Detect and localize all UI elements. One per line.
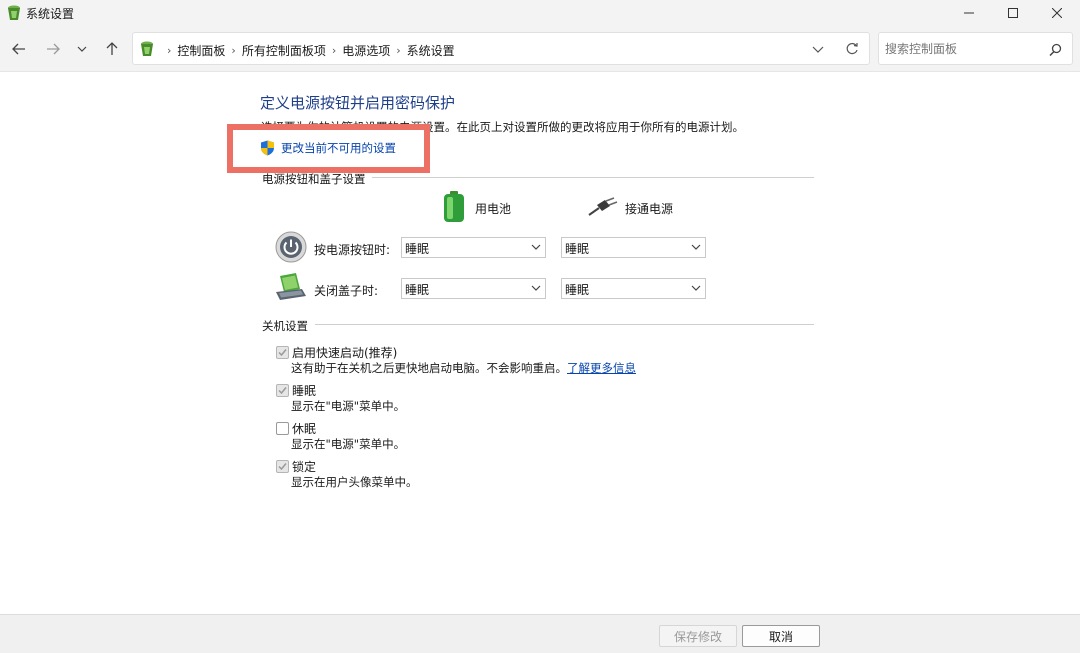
breadcrumb-separator-icon: › xyxy=(396,44,401,57)
battery-column-label: 用电池 xyxy=(475,202,512,216)
close-button[interactable] xyxy=(1034,0,1080,26)
chevron-down-icon xyxy=(77,46,87,52)
power-button-label: 按电源按钮时: xyxy=(314,243,391,257)
breadcrumb-separator-icon: › xyxy=(231,44,236,57)
hibernate-label: 休眠 xyxy=(292,422,317,436)
breadcrumb-item[interactable]: 电源选项 xyxy=(342,42,390,59)
learn-more-link[interactable]: 了解更多信息 xyxy=(567,361,636,375)
address-bar[interactable]: › 控制面板 › 所有控制面板项 › 电源选项 › 系统设置 xyxy=(132,32,870,65)
refresh-button[interactable] xyxy=(841,39,863,59)
plugged-column-label: 接通电源 xyxy=(625,202,674,216)
minimize-button[interactable] xyxy=(946,0,992,26)
chevron-down-icon xyxy=(531,244,541,250)
check-icon xyxy=(278,387,287,395)
arrow-left-icon xyxy=(12,43,25,55)
sleep-option: 睡眠 xyxy=(276,382,316,399)
lock-description: 显示在用户头像菜单中。 xyxy=(291,475,418,489)
power-button-icon xyxy=(275,231,307,263)
power-section-header: 电源按钮和盖子设置 xyxy=(262,172,366,186)
uac-shield-icon xyxy=(261,140,274,156)
hibernate-option: 休眠 xyxy=(276,420,316,437)
sleep-label: 睡眠 xyxy=(292,384,317,398)
fast-startup-checkbox[interactable] xyxy=(276,346,289,359)
recent-locations-button[interactable] xyxy=(71,38,93,60)
change-settings-link[interactable]: 更改当前不可用的设置 xyxy=(260,140,396,156)
lock-option: 锁定 xyxy=(276,458,316,475)
lock-checkbox[interactable] xyxy=(276,460,289,473)
forward-button[interactable] xyxy=(42,38,64,60)
sleep-checkbox[interactable] xyxy=(276,384,289,397)
hibernate-description: 显示在"电源"菜单中。 xyxy=(291,437,406,451)
chevron-down-icon xyxy=(812,46,824,53)
check-icon xyxy=(278,463,287,471)
breadcrumb-separator-icon: › xyxy=(331,44,337,57)
description-text: 这有助于在关机之后更快地启动电脑。不会影响重启。 xyxy=(291,361,567,375)
select-value: 睡眠 xyxy=(405,242,430,256)
search-button[interactable] xyxy=(1045,39,1065,59)
maximize-icon xyxy=(1008,8,1018,18)
hibernate-checkbox[interactable] xyxy=(276,422,289,435)
check-icon xyxy=(278,349,287,357)
chevron-down-icon xyxy=(691,244,701,250)
power-button-plugged-select[interactable]: 睡眠 xyxy=(561,237,706,258)
refresh-icon xyxy=(846,42,858,55)
save-changes-button[interactable]: 保存修改 xyxy=(659,625,737,647)
maximize-button[interactable] xyxy=(990,0,1036,26)
select-value: 睡眠 xyxy=(565,242,590,256)
sleep-description: 显示在"电源"菜单中。 xyxy=(291,399,406,413)
section-divider xyxy=(315,324,814,325)
breadcrumb: › 控制面板 › 所有控制面板项 › 电源选项 › 系统设置 xyxy=(161,42,455,59)
close-icon xyxy=(1052,8,1062,18)
breadcrumb-separator-icon: › xyxy=(167,44,172,57)
chevron-down-icon xyxy=(531,285,541,291)
cancel-button[interactable]: 取消 xyxy=(742,625,820,647)
page-title: 定义电源按钮并启用密码保护 xyxy=(260,94,456,112)
minimize-icon xyxy=(964,12,974,14)
fast-startup-label: 启用快速启动(推荐) xyxy=(292,346,398,360)
address-dropdown-button[interactable] xyxy=(807,39,829,59)
shutdown-section-header: 关机设置 xyxy=(262,319,308,333)
lid-close-label: 关闭盖子时: xyxy=(314,284,379,298)
navigation-bar: › 控制面板 › 所有控制面板项 › 电源选项 › 系统设置 xyxy=(0,26,1080,72)
change-settings-label: 更改当前不可用的设置 xyxy=(281,141,396,155)
power-button-battery-select[interactable]: 睡眠 xyxy=(401,237,546,258)
lid-close-battery-select[interactable]: 睡眠 xyxy=(401,278,546,299)
power-plug-icon xyxy=(588,197,618,216)
breadcrumb-item[interactable]: 系统设置 xyxy=(407,42,455,59)
footer-bar: 保存修改 取消 xyxy=(0,614,1080,653)
breadcrumb-item[interactable]: 所有控制面板项 xyxy=(242,42,326,59)
select-value: 睡眠 xyxy=(405,283,430,297)
chevron-down-icon xyxy=(691,285,701,291)
arrow-up-icon xyxy=(106,42,118,55)
up-button[interactable] xyxy=(101,38,123,60)
control-panel-icon xyxy=(141,41,153,56)
title-bar: 系统设置 xyxy=(0,0,1080,26)
search-box xyxy=(878,32,1073,65)
search-icon xyxy=(1048,43,1061,56)
window-title: 系统设置 xyxy=(26,7,75,21)
laptop-lid-icon xyxy=(276,273,306,300)
back-button[interactable] xyxy=(8,38,30,60)
arrow-right-icon xyxy=(47,43,60,55)
battery-icon xyxy=(444,191,464,222)
section-divider xyxy=(372,177,814,178)
lid-close-plugged-select[interactable]: 睡眠 xyxy=(561,278,706,299)
select-value: 睡眠 xyxy=(565,283,590,297)
control-panel-icon xyxy=(8,5,20,20)
fast-startup-description: 这有助于在关机之后更快地启动电脑。不会影响重启。了解更多信息 xyxy=(291,360,636,376)
breadcrumb-item[interactable]: 控制面板 xyxy=(177,42,225,59)
fast-startup-option: 启用快速启动(推荐) xyxy=(276,344,397,361)
lock-label: 锁定 xyxy=(292,460,317,474)
search-input[interactable] xyxy=(885,39,1035,59)
